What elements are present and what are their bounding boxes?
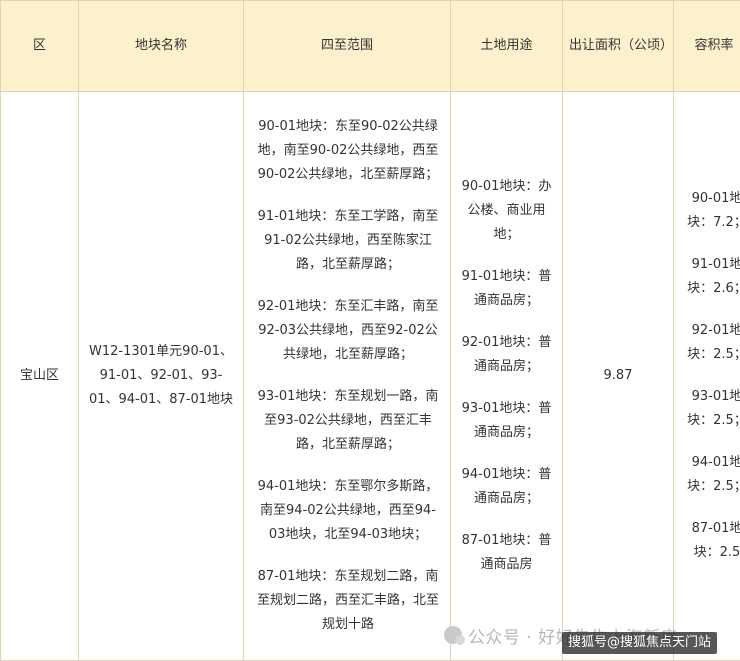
- far-item: 90-01地块：7.2；: [680, 187, 740, 235]
- header-use: 土地用途: [451, 1, 563, 92]
- bounds-item: 92-01地块：东至汇丰路，南至92-03公共绿地，西至92-02公共绿地，北至…: [252, 295, 444, 367]
- table-header-row: 区 地块名称 四至范围 土地用途 出让面积（公顷） 容积率: [1, 1, 740, 92]
- header-far: 容积率: [674, 1, 740, 92]
- bounds-item: 87-01地块：东至规划二路，南至规划二路，西至汇丰路，北至规划十路: [252, 565, 444, 637]
- cell-use: 90-01地块：办公楼、商业用地； 91-01地块：普通商品房； 92-01地块…: [451, 92, 563, 661]
- header-bounds: 四至范围: [244, 1, 451, 92]
- cell-bounds: 90-01地块：东至90-02公共绿地，南至90-02公共绿地，西至90-02公…: [244, 92, 451, 661]
- land-table: 区 地块名称 四至范围 土地用途 出让面积（公顷） 容积率 宝山区 W12-13…: [0, 0, 740, 661]
- use-item: 87-01地块：普通商品房: [457, 529, 556, 577]
- header-name: 地块名称: [79, 1, 244, 92]
- watermark-badge: 搜狐号@搜狐焦点天门站: [562, 632, 717, 654]
- use-item: 94-01地块：普通商品房；: [457, 463, 556, 511]
- far-item: 92-01地块：2.5；: [680, 319, 740, 367]
- use-item: 91-01地块：普通商品房；: [457, 265, 556, 313]
- far-item: 93-01地块：2.5；: [680, 385, 740, 433]
- far-item: 87-01地块：2.5: [680, 517, 740, 565]
- bounds-item: 90-01地块：东至90-02公共绿地，南至90-02公共绿地，西至90-02公…: [252, 115, 444, 187]
- parcel-name: W12-1301单元90-01、91-01、92-01、93-01、94-01、…: [79, 340, 243, 412]
- header-area: 出让面积（公顷）: [563, 1, 674, 92]
- bounds-item: 93-01地块：东至规划一路，南至93-02公共绿地，西至汇丰路，北至薪厚路；: [252, 385, 444, 457]
- use-item: 93-01地块：普通商品房；: [457, 397, 556, 445]
- cell-area: 9.87: [563, 92, 674, 661]
- wechat-icon: [444, 626, 462, 644]
- bounds-item: 94-01地块：东至鄂尔多斯路，南至94-02公共绿地，西至94-03地块，北至…: [252, 475, 444, 547]
- header-district: 区: [1, 1, 79, 92]
- cell-name: W12-1301单元90-01、91-01、92-01、93-01、94-01、…: [79, 92, 244, 661]
- cell-district: 宝山区: [1, 92, 79, 661]
- use-item: 90-01地块：办公楼、商业用地；: [457, 175, 556, 247]
- far-item: 91-01地块：2.6；: [680, 253, 740, 301]
- bounds-item: 91-01地块：东至工学路，南至91-02公共绿地，西至陈家江路，北至薪厚路；: [252, 205, 444, 277]
- use-item: 92-01地块：普通商品房；: [457, 331, 556, 379]
- cell-far: 90-01地块：7.2； 91-01地块：2.6； 92-01地块：2.5； 9…: [674, 92, 740, 661]
- table-row: 宝山区 W12-1301单元90-01、91-01、92-01、93-01、94…: [1, 92, 740, 661]
- far-item: 94-01地块：2.5；: [680, 451, 740, 499]
